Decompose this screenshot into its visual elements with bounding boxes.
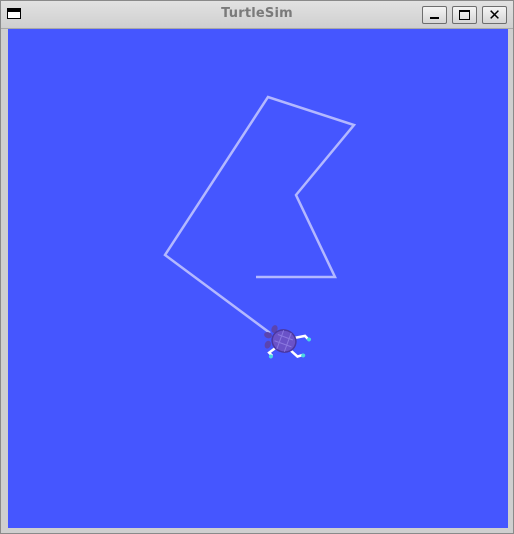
simulation-canvas — [8, 29, 508, 528]
title-bar[interactable]: TurtleSim ✕ — [1, 1, 513, 29]
simulation-svg — [163, 95, 357, 359]
minimize-icon — [430, 17, 439, 19]
close-icon: ✕ — [488, 6, 501, 24]
close-button[interactable]: ✕ — [482, 6, 507, 24]
maximize-icon — [459, 10, 470, 20]
turtlesim-window: TurtleSim ✕ — [0, 0, 514, 534]
pen-trail — [163, 95, 357, 335]
maximize-button[interactable] — [452, 6, 477, 24]
minimize-button[interactable] — [422, 6, 447, 24]
